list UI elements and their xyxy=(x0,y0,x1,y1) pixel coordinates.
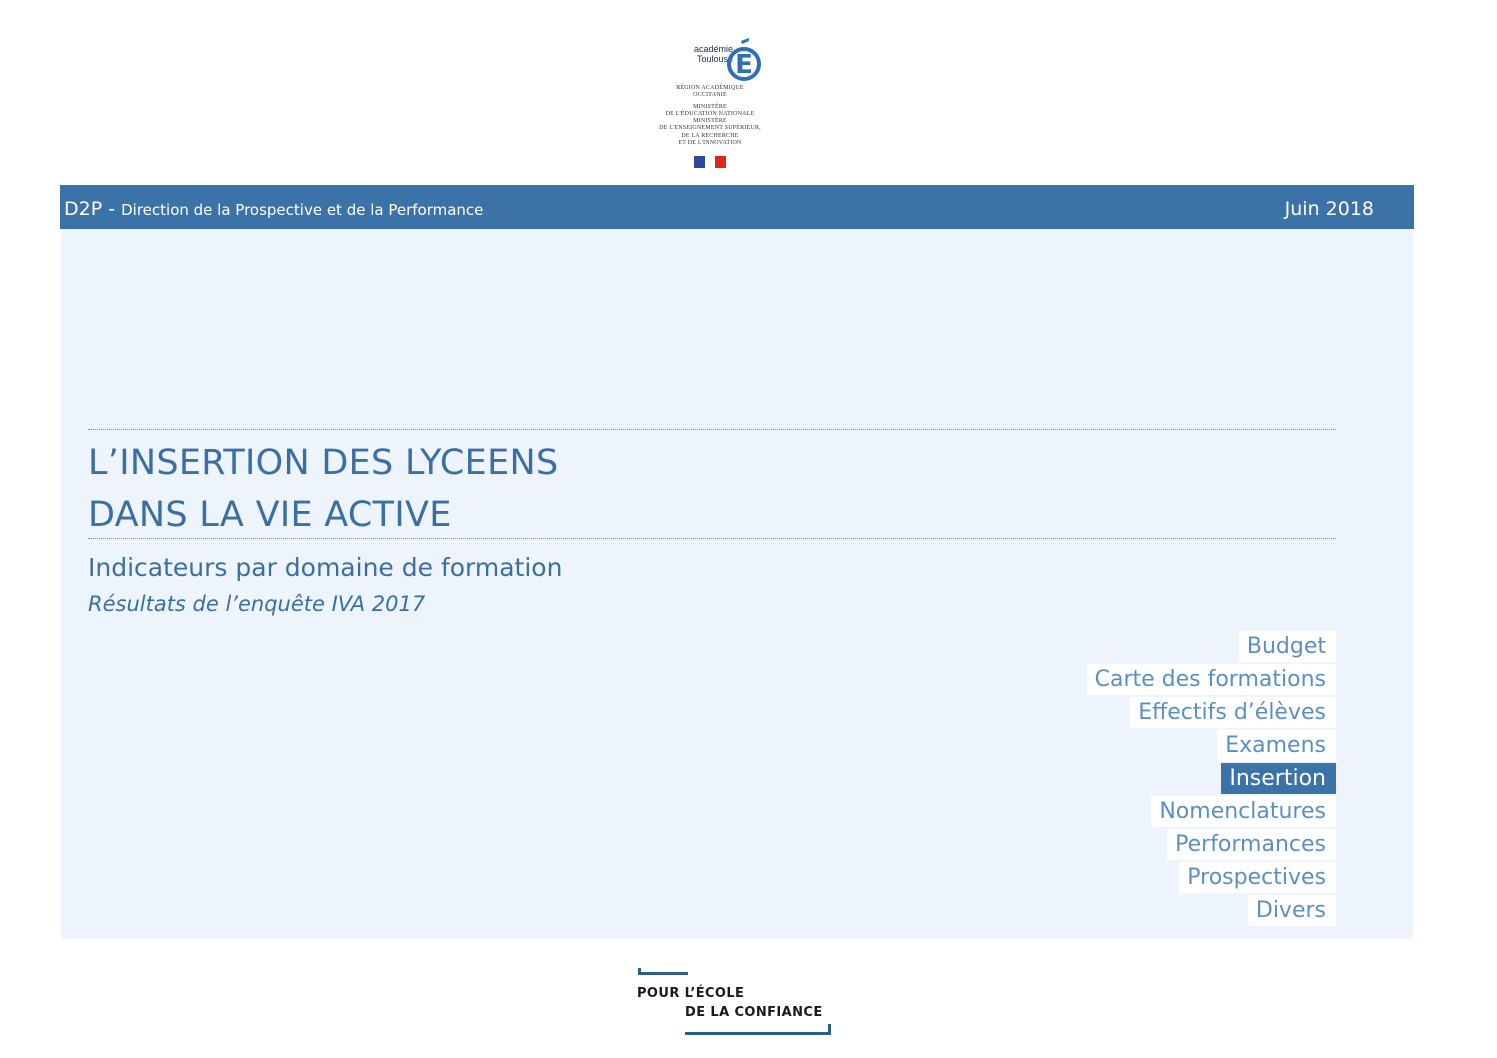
slogan-line1: POUR L’ÉCOLE xyxy=(637,986,745,1001)
menu-item-nomenclatures[interactable]: Nomenclatures xyxy=(1151,796,1336,827)
ministry-line1: MINISTÈRE xyxy=(693,103,727,110)
menu-item-performances[interactable]: Performances xyxy=(1167,829,1336,860)
page-title: L’INSERTION DES LYCEENS DANS LA VIE ACTI… xyxy=(88,437,558,541)
subtitle-italic: Résultats de l’enquête IVA 2017 xyxy=(88,592,426,616)
title-line1: L’INSERTION DES LYCEENS xyxy=(88,443,559,483)
cover-panel: L’INSERTION DES LYCEENS DANS LA VIE ACTI… xyxy=(61,229,1413,939)
academy-name: académie Toulouse xyxy=(673,44,733,64)
logo-bracket-bottom xyxy=(685,1032,831,1035)
region-line2: OCCITANIE xyxy=(693,92,727,99)
menu-item-insertion[interactable]: Insertion xyxy=(1221,763,1336,794)
publication-date: Juin 2018 xyxy=(1284,198,1374,220)
menu-item-prospectives[interactable]: Prospectives xyxy=(1179,862,1336,893)
menu-item-budget[interactable]: Budget xyxy=(1238,631,1336,662)
logo-bracket-top xyxy=(638,972,688,975)
ecole-de-la-confiance-logo: POUR L’ÉCOLE DE LA CONFIANCE xyxy=(628,962,838,1042)
brand: D2P - Direction de la Prospective et de … xyxy=(64,197,483,222)
subtitle: Indicateurs par domaine de formation xyxy=(88,553,563,582)
menu-item-examens[interactable]: Examens xyxy=(1217,730,1336,761)
divider-bottom xyxy=(88,538,1336,539)
french-flag-icon xyxy=(694,156,726,168)
svg-text:E: E xyxy=(735,50,753,80)
brand-full-name: Direction de la Prospective et de la Per… xyxy=(121,201,484,219)
slogan-line2: DE LA CONFIANCE xyxy=(685,1005,823,1020)
ministry-line4: DE L'ENSEIGNEMENT SUPÉRIEUR, xyxy=(659,125,761,132)
academy-line2: Toulouse xyxy=(696,54,733,64)
menu-item-divers[interactable]: Divers xyxy=(1247,895,1336,926)
brand-short: D2P - xyxy=(64,198,116,220)
letter-e-badge-icon: E xyxy=(727,38,761,81)
academy-line1: académie xyxy=(693,44,733,54)
topic-menu: Budget Carte des formations Effectifs d’… xyxy=(1086,631,1336,928)
ministry-line5: DE LA RECHERCHE xyxy=(681,132,739,139)
ministry-text: RÉGION ACADÉMIQUE OCCITANIE MINISTÈRE DE… xyxy=(655,85,765,147)
logo-bracket-bottom-vertical xyxy=(828,1024,831,1035)
header-band: D2P - Direction de la Prospective et de … xyxy=(60,185,1414,229)
title-line2: DANS LA VIE ACTIVE xyxy=(88,495,452,535)
ministry-line6: ET DE L'INNOVATION xyxy=(678,140,742,147)
menu-item-carte-des-formations[interactable]: Carte des formations xyxy=(1086,664,1336,695)
region-line1: RÉGION ACADÉMIQUE xyxy=(676,85,744,91)
academie-toulouse-logo: académie Toulouse E RÉGION ACADÉMIQUE OC… xyxy=(655,30,765,178)
menu-item-effectifs[interactable]: Effectifs d’élèves xyxy=(1130,697,1336,728)
divider-top xyxy=(88,429,1336,430)
